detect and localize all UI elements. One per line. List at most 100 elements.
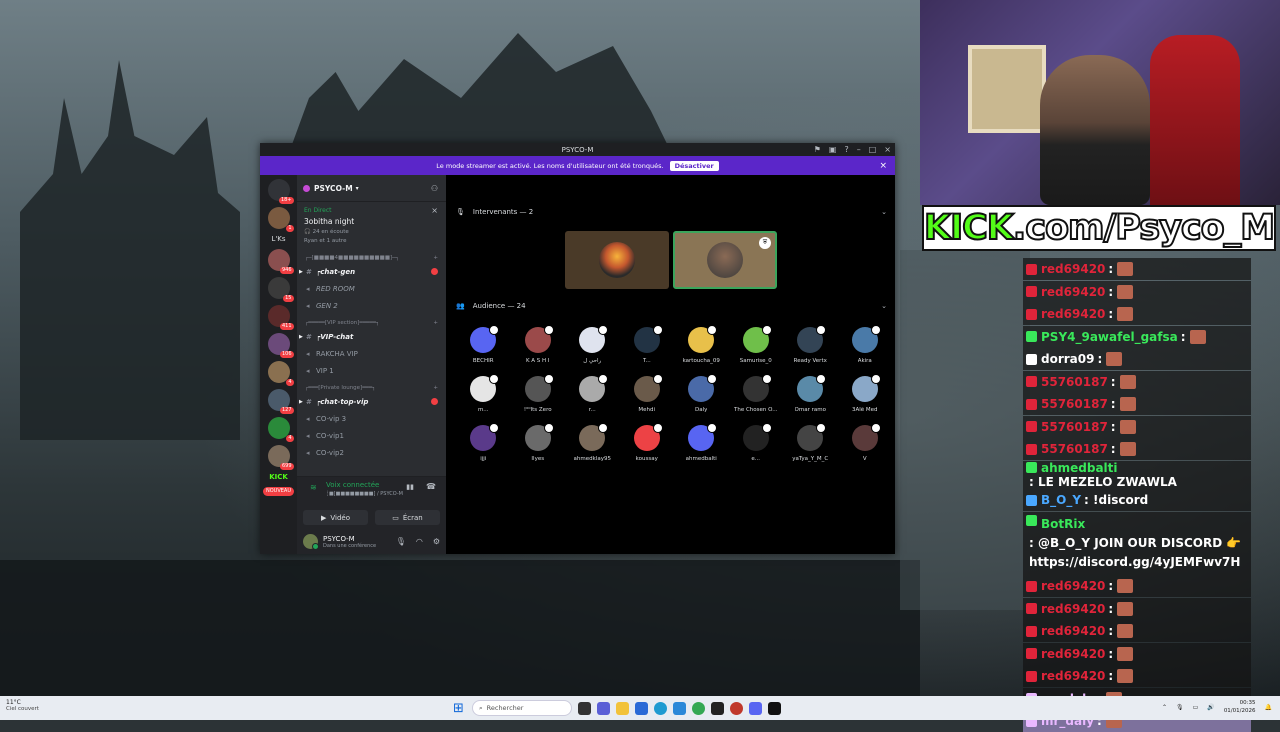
server-header[interactable]: PSYCO-M ▾ ⚇ bbox=[297, 175, 446, 202]
server-icon[interactable]: 4 bbox=[267, 361, 294, 386]
audience-member[interactable]: m... bbox=[456, 374, 511, 422]
screen-share-button[interactable]: ▭ Écran bbox=[375, 510, 440, 525]
microphone-icon[interactable]: 🎙 bbox=[396, 537, 406, 546]
discord-window[interactable]: PSYCO-M ⚑ ▣ ? – □ × Le mode streamer est… bbox=[260, 143, 895, 554]
soundboard-icon[interactable]: ▮▮ bbox=[406, 483, 414, 491]
audience-member[interactable]: r... bbox=[565, 374, 620, 422]
audience-member[interactable]: ahmedklay95 bbox=[565, 423, 620, 471]
server-icon[interactable]: 946 bbox=[267, 249, 294, 274]
dismiss-event-icon[interactable]: × bbox=[431, 206, 438, 215]
category-header[interactable]: ┌─[■■■■4■■■■■■■■■■]─┐ + bbox=[297, 253, 446, 263]
audience-member[interactable]: Samurise_0 bbox=[729, 325, 784, 373]
audience-member[interactable]: e... bbox=[729, 423, 784, 471]
voice-status[interactable]: Voix connectée bbox=[297, 477, 446, 489]
photos-icon[interactable] bbox=[635, 701, 648, 715]
audience-member[interactable]: Ready Vertx bbox=[783, 325, 838, 373]
audience-member[interactable]: 3Alê Med bbox=[838, 374, 893, 422]
disable-streamer-button[interactable]: Désactiver bbox=[669, 160, 719, 171]
weather-widget[interactable]: 11°C Ciel couvert bbox=[6, 699, 39, 712]
audience-member[interactable]: K A S H I bbox=[511, 325, 566, 373]
server-icon-kick[interactable]: KICK bbox=[260, 473, 297, 481]
server-icon[interactable]: 699 bbox=[267, 445, 294, 470]
audience-member[interactable]: koussay bbox=[620, 423, 675, 471]
file-explorer-icon[interactable] bbox=[616, 701, 629, 715]
speaker-tile-active[interactable]: ⛨ bbox=[673, 231, 777, 289]
discord-icon[interactable] bbox=[749, 701, 762, 715]
channel-vip-1[interactable]: ◂ VIP 1 bbox=[297, 362, 446, 379]
server-icon[interactable]: 4 bbox=[267, 417, 294, 442]
disconnect-icon[interactable]: ☎ bbox=[426, 482, 436, 491]
channel-co-vip1[interactable]: ◂ CO-vip1 bbox=[297, 427, 446, 444]
headphones-icon[interactable]: ◠ bbox=[416, 537, 423, 546]
chrome-icon[interactable] bbox=[692, 701, 705, 715]
server-icon[interactable]: 127 bbox=[267, 389, 294, 414]
chevron-up-icon[interactable]: ⌃ bbox=[1162, 704, 1167, 711]
audience-member[interactable]: BECHIR bbox=[456, 325, 511, 373]
audience-member[interactable]: ahmedbalti bbox=[674, 423, 729, 471]
speakers-header[interactable]: 🎙 Intervenants — 2 ⌄ bbox=[456, 205, 887, 219]
audience-member[interactable]: yaTya_Y_M_C bbox=[783, 423, 838, 471]
audience-header[interactable]: 👥 Audience — 24 ⌄ bbox=[456, 299, 887, 313]
audience-member[interactable]: kartoucha_09 bbox=[674, 325, 729, 373]
channel-red-room[interactable]: ◂ RED ROOM bbox=[297, 280, 446, 297]
audience-member[interactable]: !⁰⁰Its Zero bbox=[511, 374, 566, 422]
direct-messages-icon[interactable]: 18+ bbox=[267, 179, 294, 204]
avatar[interactable] bbox=[303, 534, 319, 550]
audience-member[interactable]: V bbox=[838, 423, 893, 471]
chevron-down-icon[interactable]: ⌄ bbox=[881, 302, 887, 310]
close-window-icon[interactable]: × bbox=[884, 145, 891, 154]
channel-chat-top-vip[interactable]: ▶ # ┍chat-top-vip bbox=[297, 393, 446, 410]
app-icon[interactable] bbox=[730, 701, 743, 715]
new-badge[interactable]: NOUVEAU bbox=[263, 487, 294, 496]
server-icon[interactable]: 106 bbox=[267, 333, 294, 358]
notifications-icon[interactable]: 🔔 bbox=[1265, 704, 1272, 711]
audience-member[interactable]: Omar ramo bbox=[783, 374, 838, 422]
channel-co-vip-3[interactable]: ◂ CO-vip 3 bbox=[297, 410, 446, 427]
audience-member[interactable]: راحي ل bbox=[565, 325, 620, 373]
window-titlebar[interactable]: PSYCO-M ⚑ ▣ ? – □ × bbox=[260, 143, 895, 156]
server-icon[interactable]: 15 bbox=[267, 277, 294, 302]
video-button[interactable]: ▶ Vidéo bbox=[303, 510, 368, 525]
taskbar-search[interactable]: ⌕ Rechercher bbox=[472, 700, 572, 716]
flag-icon[interactable]: ⚑ bbox=[814, 145, 821, 154]
audience-member[interactable]: Mehdi bbox=[620, 374, 675, 422]
inbox-icon[interactable]: ▣ bbox=[829, 145, 837, 154]
mail-icon[interactable] bbox=[673, 701, 686, 715]
invite-icon[interactable]: ⚇ bbox=[431, 184, 438, 193]
channel-vip-chat[interactable]: ▶ # ┍VIP-chat bbox=[297, 328, 446, 345]
windows-start-icon[interactable]: ⊞ bbox=[453, 702, 466, 715]
edge-icon[interactable] bbox=[654, 701, 667, 715]
audience-member[interactable]: Akira bbox=[838, 325, 893, 373]
speaker-tile[interactable] bbox=[565, 231, 669, 289]
server-folder-lks[interactable]: L'Ks bbox=[260, 235, 297, 243]
channel-chat-gen[interactable]: ▶ # ┍chat-gen bbox=[297, 263, 446, 280]
volume-icon[interactable]: 🔊 bbox=[1207, 704, 1214, 711]
audience-member[interactable]: Ilyes bbox=[511, 423, 566, 471]
channel-co-vip2[interactable]: ◂ CO-vip2 bbox=[297, 444, 446, 461]
audience-member[interactable]: T... bbox=[620, 325, 675, 373]
settings-gear-icon[interactable]: ⚙ bbox=[433, 537, 440, 546]
channel-gen-2[interactable]: ◂ GEN 2 bbox=[297, 297, 446, 314]
channel-rakcha-vip[interactable]: ◂ RAKCHA VIP bbox=[297, 345, 446, 362]
teams-icon[interactable] bbox=[597, 701, 610, 715]
category-header[interactable]: ┌━━━━━[VIP section]━━━━━┐ + bbox=[297, 318, 446, 328]
server-icon[interactable]: 411 bbox=[267, 305, 294, 330]
network-icon[interactable]: ▭ bbox=[1193, 704, 1199, 711]
close-icon[interactable]: × bbox=[879, 161, 887, 171]
taskview-icon[interactable] bbox=[578, 701, 591, 715]
add-channel-icon[interactable]: + bbox=[433, 385, 438, 391]
add-channel-icon[interactable]: + bbox=[433, 255, 438, 261]
add-channel-icon[interactable]: + bbox=[433, 320, 438, 326]
microphone-tray-icon[interactable]: 🎙 bbox=[1176, 704, 1184, 711]
terminal-icon[interactable] bbox=[768, 701, 781, 715]
clock[interactable]: 00:35 01/01/2026 bbox=[1224, 699, 1256, 715]
audience-member[interactable]: The Chosen O... bbox=[729, 374, 784, 422]
chevron-down-icon[interactable]: ⌄ bbox=[881, 208, 887, 216]
audience-member[interactable]: ijji bbox=[456, 423, 511, 471]
minimize-icon[interactable]: – bbox=[857, 145, 861, 154]
server-icon-psyco[interactable]: 1 bbox=[267, 207, 294, 232]
live-event-card[interactable]: En Direct 3obitha night 🎧 24 en écoute R… bbox=[297, 202, 446, 249]
help-icon[interactable]: ? bbox=[844, 145, 848, 154]
maximize-icon[interactable]: □ bbox=[869, 145, 877, 154]
audience-member[interactable]: Daly bbox=[674, 374, 729, 422]
